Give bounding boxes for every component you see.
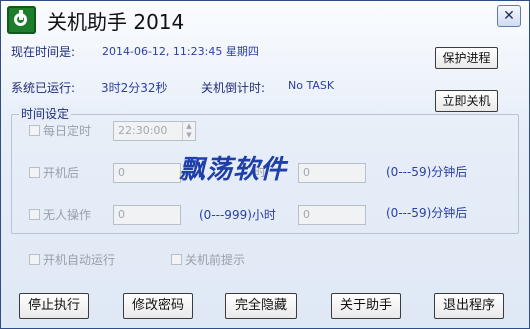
prompt-before-shutdown-checkbox[interactable] [171,254,182,265]
protect-process-button[interactable]: 保护进程 [435,47,498,69]
idle-checkbox[interactable] [29,209,40,220]
daily-checkbox[interactable] [29,125,40,136]
close-button[interactable]: ✕ [497,5,521,27]
autostart-checkbox[interactable] [29,254,40,265]
idle-hours-input[interactable]: 0 [113,205,181,225]
hide-completely-button[interactable]: 完全隐藏 [225,293,297,319]
daily-time-input[interactable]: 22:30:00 ▲ ▼ [113,121,196,141]
stop-button[interactable]: 停止执行 [19,293,89,319]
uptime-value: 3时2分32秒 [101,81,168,95]
autostart-label: 开机自动运行 [43,253,116,267]
after-boot-checkbox[interactable] [29,167,40,178]
time-spinner-icon[interactable]: ▲ ▼ [182,122,195,140]
current-time-label: 现在时间是: [11,45,76,59]
after-boot-label: 开机后 [43,166,80,180]
current-time-value: 2014-06-12, 11:23:45 星期四 [102,45,259,58]
idle-minutes-input[interactable]: 0 [298,205,366,225]
window-title: 关机助手 2014 [47,10,185,34]
watermark-text: 飘荡软件 [179,155,288,185]
idle-hours-range: (0---999)小时 [199,208,276,222]
after-boot-minutes-input[interactable]: 0 [298,163,366,183]
daily-label: 每日定时 [43,124,92,138]
idle-label: 无人操作 [43,208,92,222]
daily-time-value: 22:30:00 [118,124,168,137]
after-boot-range: (0---59)分钟后 [386,165,468,179]
after-boot-hours-input[interactable]: 0 [113,163,181,183]
power-icon [7,6,36,34]
title-bar: 关机助手 2014 ✕ [1,1,529,39]
uptime-label: 系统已运行: [11,81,76,95]
prompt-before-shutdown-label: 关机前提示 [185,253,246,267]
about-button[interactable]: 关于助手 [331,293,401,319]
idle-minutes-range: (0---59)分钟后 [386,206,468,220]
main-window: 关机助手 2014 ✕ 现在时间是: 2014-06-12, 11:23:45 … [0,0,530,329]
countdown-value: No TASK [288,79,335,92]
countdown-label: 关机倒计时: [201,81,266,95]
exit-button[interactable]: 退出程序 [434,293,504,319]
time-settings-title: 时间设定 [19,105,72,122]
change-password-button[interactable]: 修改密码 [123,293,193,319]
shutdown-now-button[interactable]: 立即关机 [435,90,498,112]
